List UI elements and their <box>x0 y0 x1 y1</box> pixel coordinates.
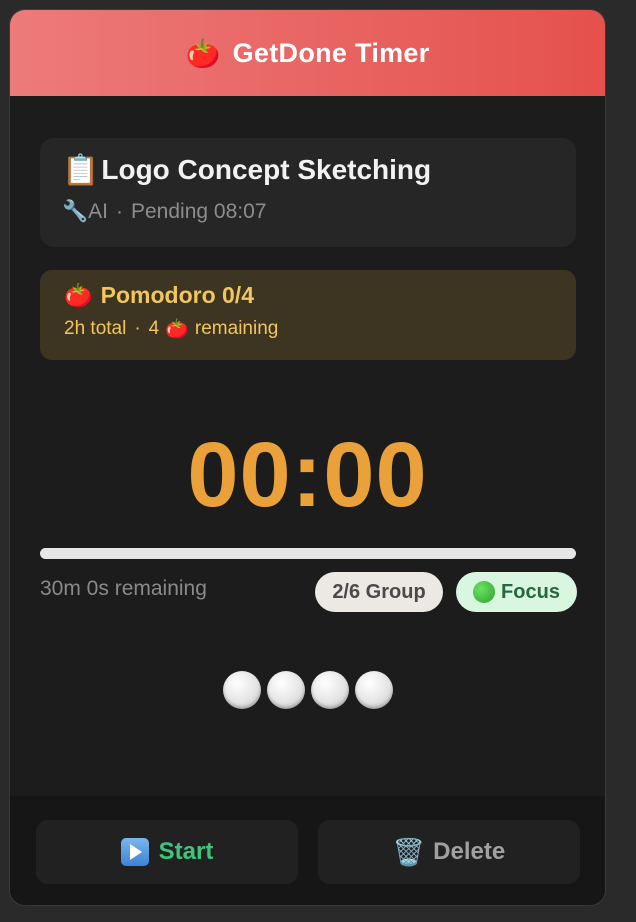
play-icon <box>120 838 149 866</box>
clipboard-icon: 📋 <box>62 153 100 187</box>
pomodoro-separator: · <box>134 318 141 339</box>
app-header: 🍅 GetDone Timer <box>10 10 605 96</box>
green-circle-icon <box>473 581 496 603</box>
task-meta: 🔧 AI · Pending 08:07 <box>62 200 554 224</box>
start-button[interactable]: Start <box>36 820 298 884</box>
tomato-icon: 🍅 <box>64 282 93 308</box>
meta-separator: · <box>116 200 123 223</box>
app-title: GetDone Timer <box>232 37 430 68</box>
timer-display: 00:00 <box>187 424 428 526</box>
focus-badge: Focus <box>456 572 577 612</box>
pomodoro-title-row: 🍅 Pomodoro 0/4 <box>64 282 552 309</box>
pomodoro-remaining-label: remaining <box>194 318 279 339</box>
task-category: AI <box>88 200 108 223</box>
session-circles <box>10 671 605 709</box>
session-circle-icon <box>310 671 349 709</box>
session-circle-icon <box>354 671 393 709</box>
task-title-row: 📋 Logo Concept Sketching <box>62 152 554 188</box>
focus-label: Focus <box>501 580 560 603</box>
session-circle-icon <box>266 671 305 709</box>
start-label: Start <box>158 838 214 865</box>
wrench-icon: 🔧 <box>62 200 89 223</box>
progress-fill <box>40 548 576 559</box>
group-badge: 2/6 Group <box>315 572 443 612</box>
pomodoro-remaining-count: 4 <box>148 318 160 339</box>
pomodoro-summary: 2h total · 4 🍅 remaining <box>64 317 552 341</box>
pomodoro-title: Pomodoro 0/4 <box>100 282 254 308</box>
task-status: Pending 08:07 <box>131 200 267 223</box>
pomodoro-total: 2h total <box>64 318 127 339</box>
task-card: 📋 Logo Concept Sketching 🔧 AI · Pending … <box>40 138 576 247</box>
delete-label: Delete <box>433 838 506 865</box>
task-title: Logo Concept Sketching <box>101 154 432 185</box>
delete-button[interactable]: 🗑️ Delete <box>318 820 580 884</box>
pomodoro-card: 🍅 Pomodoro 0/4 2h total · 4 🍅 remaining <box>40 270 576 360</box>
action-footer: Start 🗑️ Delete <box>10 796 605 905</box>
trash-icon: 🗑️ <box>392 836 426 867</box>
timer-window: 🍅 GetDone Timer 📋 Logo Concept Sketching… <box>9 9 606 906</box>
remaining-time: 30m 0s remaining <box>40 577 207 600</box>
tomato-icon: 🍅 <box>185 37 221 69</box>
tomato-icon: 🍅 <box>165 319 189 340</box>
session-circle-icon <box>222 671 261 709</box>
progress-bar <box>40 548 576 559</box>
